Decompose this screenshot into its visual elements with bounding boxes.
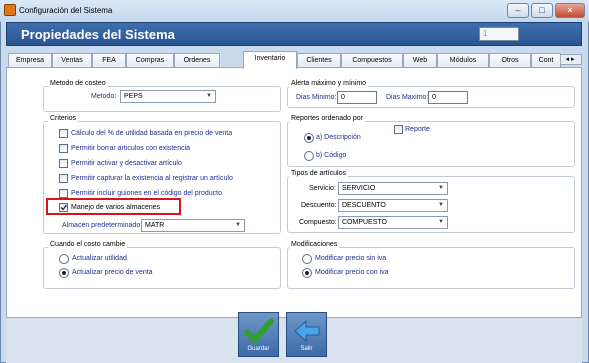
tab-inventario[interactable]: Inventario bbox=[243, 51, 297, 69]
precio-sin-iva-label: Modificar precio sin iva bbox=[315, 255, 387, 262]
tab-compuestos[interactable]: Compuestos bbox=[341, 53, 403, 68]
checkbox-borrar-articulos[interactable] bbox=[59, 144, 68, 153]
almacen-predeterminado-label: Almacen predeterminado: bbox=[62, 222, 143, 229]
tab-scroll-arrows[interactable]: ◂▸ bbox=[560, 54, 582, 65]
costo-group bbox=[43, 247, 281, 289]
checkbox-calculo-utilidad[interactable] bbox=[59, 129, 68, 138]
radio-actualizar-utilidad[interactable] bbox=[59, 254, 69, 264]
metodo-value: PEPS bbox=[124, 93, 143, 100]
almacen-select[interactable]: MATR ▼ bbox=[141, 219, 245, 232]
reportes-group bbox=[287, 121, 575, 167]
highlight-box bbox=[46, 198, 181, 215]
modificaciones-group bbox=[287, 247, 575, 289]
chevron-down-icon: ▼ bbox=[438, 185, 444, 191]
servicio-label: Servicio: bbox=[309, 185, 336, 192]
metodo-label: Metodo: bbox=[91, 93, 117, 100]
costo-group-label: Cuando el costo cambie bbox=[48, 241, 128, 248]
checkbox-activar-articulo[interactable] bbox=[59, 159, 68, 168]
reportes-group-label: Reportes ordenado por bbox=[289, 115, 365, 122]
minimize-button[interactable]: – bbox=[507, 3, 529, 18]
app-icon bbox=[4, 4, 16, 16]
chevron-down-icon: ▼ bbox=[235, 222, 241, 228]
chevron-down-icon: ▼ bbox=[438, 202, 444, 208]
almacen-value: MATR bbox=[145, 222, 165, 229]
checkbox-reporte[interactable] bbox=[394, 125, 403, 134]
activar-articulo-label: Permitir activar y desactivar artículo bbox=[71, 160, 182, 167]
compuesto-value: COMPUESTO bbox=[342, 219, 387, 226]
borrar-articulos-label: Permitir borrar articulos con existencia bbox=[71, 145, 191, 152]
tab-fea[interactable]: FEA bbox=[92, 53, 126, 68]
descuento-value: DESCUENTO bbox=[342, 202, 386, 209]
save-label: Guardar bbox=[247, 346, 270, 352]
servicio-value: SERVICIO bbox=[342, 185, 376, 192]
incluir-guiones-label: Permitir incluir guiones en el código de… bbox=[71, 190, 222, 197]
chevron-down-icon: ▼ bbox=[438, 219, 444, 225]
tab-clientes[interactable]: Clientes bbox=[297, 53, 341, 68]
criterios-group-label: Criterios bbox=[48, 115, 79, 122]
title-bar: Configuración del Sistema – □ × bbox=[0, 0, 589, 22]
calculo-utilidad-label: Cálculo del % de utilidad basada en prec… bbox=[71, 130, 233, 137]
codigo-label: b) Código bbox=[316, 152, 347, 159]
tab-ordenes[interactable]: Ordenes bbox=[174, 53, 220, 68]
actualizar-utilidad-label: Actualizar utilidad bbox=[72, 255, 127, 262]
descripcion-label: a) Descripción bbox=[316, 134, 361, 141]
maximize-button[interactable]: □ bbox=[531, 3, 553, 18]
window-title: Configuración del Sistema bbox=[19, 6, 113, 15]
radio-descripcion[interactable] bbox=[304, 133, 314, 143]
tab-otros[interactable]: Otros bbox=[489, 53, 531, 68]
save-button[interactable]: Guardar bbox=[238, 312, 279, 357]
radio-precio-con-iva[interactable] bbox=[302, 268, 312, 278]
metodo-select[interactable]: PEPS ▼ bbox=[120, 90, 216, 103]
precio-con-iva-label: Modificar precio con iva bbox=[315, 269, 389, 276]
radio-precio-sin-iva[interactable] bbox=[302, 254, 312, 264]
exit-label: Salir bbox=[300, 346, 313, 352]
tab-compras[interactable]: Compras bbox=[126, 53, 174, 68]
tab-cont[interactable]: Cont bbox=[531, 53, 561, 68]
page-title: Propiedades del Sistema bbox=[21, 27, 175, 42]
tab-strip: Empresa Ventas FEA Compras Ordenes Inven… bbox=[6, 51, 582, 69]
servicio-select[interactable]: SERVICIO ▼ bbox=[338, 182, 448, 195]
descuento-label: Descuento: bbox=[301, 202, 337, 209]
chevron-down-icon: ▼ bbox=[206, 93, 212, 99]
modificaciones-group-label: Modificaciones bbox=[289, 241, 340, 248]
tab-web[interactable]: Web bbox=[403, 53, 437, 68]
tipos-group-label: Tipos de artículos bbox=[289, 170, 348, 177]
back-arrow-icon bbox=[294, 319, 320, 343]
close-button[interactable]: × bbox=[555, 3, 585, 18]
exit-button[interactable]: Salir bbox=[286, 312, 327, 357]
radio-codigo[interactable] bbox=[304, 151, 314, 161]
capturar-existencia-label: Permitir capturar la existencia al regis… bbox=[71, 175, 233, 182]
dias-minimo-label: Dias Minimo: bbox=[296, 94, 337, 101]
dias-maximo-input[interactable]: 0 bbox=[428, 91, 468, 104]
compuesto-label: Compuesto: bbox=[299, 219, 337, 226]
header-number-field[interactable]: 1 bbox=[479, 27, 519, 41]
checkbox-incluir-guiones[interactable] bbox=[59, 189, 68, 198]
compuesto-select[interactable]: COMPUESTO ▼ bbox=[338, 216, 448, 229]
alerta-group-label: Alerta máximo y mínimo bbox=[289, 80, 369, 87]
costeo-group-label: Metodo de costeo bbox=[48, 80, 108, 87]
dias-minimo-input[interactable]: 0 bbox=[337, 91, 377, 104]
tab-ventas[interactable]: Ventas bbox=[52, 53, 92, 68]
checkmark-icon bbox=[244, 318, 274, 345]
page-header: Propiedades del Sistema 1 bbox=[6, 22, 582, 46]
actualizar-precio-label: Actualizar precio de venta bbox=[72, 269, 153, 276]
radio-actualizar-precio[interactable] bbox=[59, 268, 69, 278]
dias-maximo-label: Dias Maximo: bbox=[386, 94, 429, 101]
tab-modulos[interactable]: Módulos bbox=[437, 53, 489, 68]
checkbox-capturar-existencia[interactable] bbox=[59, 174, 68, 183]
tab-empresa[interactable]: Empresa bbox=[8, 53, 52, 68]
descuento-select[interactable]: DESCUENTO ▼ bbox=[338, 199, 448, 212]
reporte-label: Reporte bbox=[405, 126, 430, 133]
